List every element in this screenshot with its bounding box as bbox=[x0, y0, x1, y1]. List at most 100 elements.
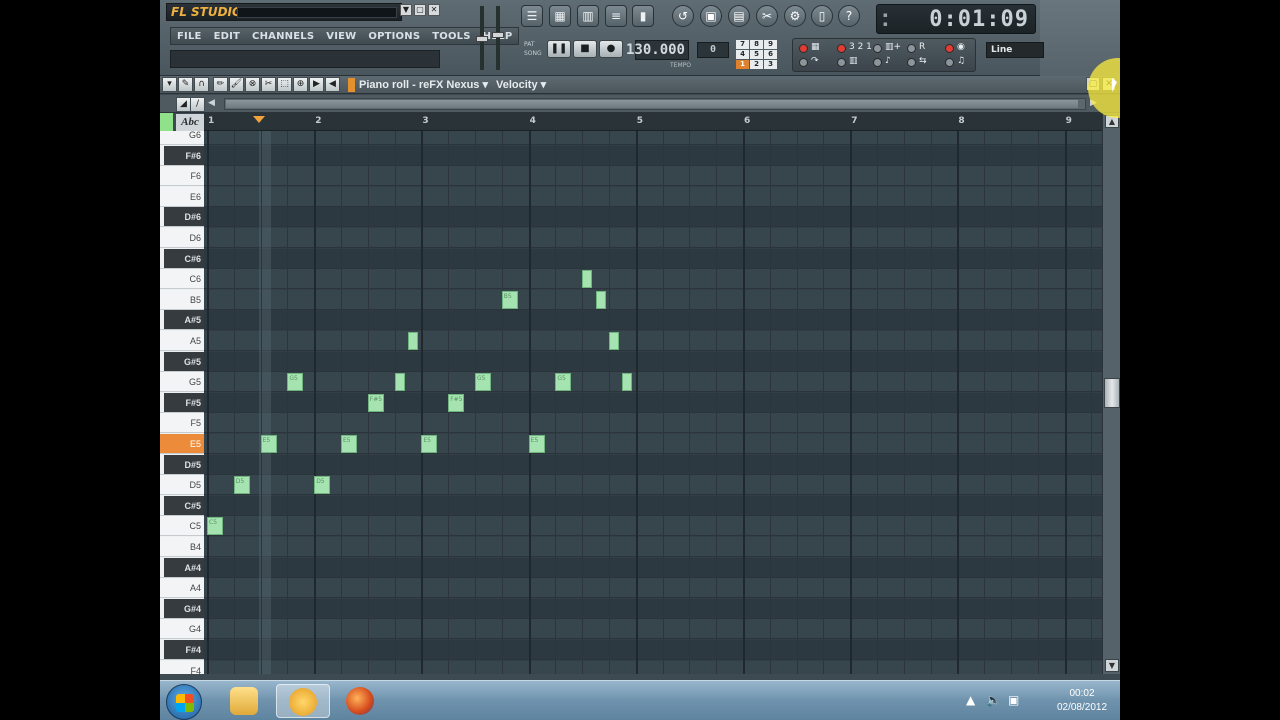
pattern-number[interactable]: 0 bbox=[697, 42, 729, 58]
piano-key[interactable]: A#4 bbox=[160, 557, 204, 578]
record-button[interactable]: ● bbox=[599, 40, 623, 58]
slice-tool-icon[interactable]: ✂ bbox=[261, 77, 276, 92]
help-icon[interactable]: ? bbox=[838, 5, 860, 27]
loop-led[interactable] bbox=[945, 58, 954, 67]
piano-roll-icon[interactable]: ▥ bbox=[577, 5, 599, 27]
wrench-icon[interactable]: ✎ bbox=[178, 77, 193, 92]
piano-key[interactable]: B4 bbox=[160, 537, 204, 557]
ghost-notes-icon[interactable]: ◢ bbox=[176, 97, 191, 112]
numpad-key[interactable]: 5 bbox=[750, 50, 763, 59]
note[interactable] bbox=[609, 332, 619, 350]
taskbar-fl-studio[interactable] bbox=[276, 684, 330, 718]
start-button[interactable] bbox=[166, 684, 202, 720]
piano-key[interactable]: C5 bbox=[160, 516, 204, 537]
note[interactable] bbox=[622, 373, 633, 392]
menu-channels[interactable]: CHANNELS bbox=[246, 28, 320, 44]
taskbar-explorer[interactable] bbox=[218, 684, 272, 718]
note[interactable]: E5 bbox=[341, 435, 358, 453]
pencil-icon[interactable]: / bbox=[190, 97, 205, 112]
piano-keyboard[interactable]: G6 F#6 F6 E6 D#6 D6 C#6 C6 B5 A#5 A5 G#5 G5 F#5 F5 E5 D#… bbox=[160, 131, 204, 674]
wait-led[interactable] bbox=[837, 58, 846, 67]
song-position-display[interactable]: ▪ ▪ 0:01:09 bbox=[876, 4, 1036, 34]
note[interactable] bbox=[408, 332, 418, 350]
numpad-key[interactable]: 6 bbox=[764, 50, 777, 59]
numpad-key[interactable]: 4 bbox=[736, 50, 749, 59]
note[interactable]: C5 bbox=[207, 517, 224, 536]
note[interactable]: D5 bbox=[233, 476, 250, 495]
note[interactable] bbox=[394, 373, 405, 392]
countdown-led[interactable] bbox=[837, 44, 846, 53]
piano-key[interactable]: D#5 bbox=[160, 454, 204, 475]
playlist-icon[interactable]: ☰ bbox=[521, 5, 543, 27]
piano-key[interactable]: D5 bbox=[160, 475, 204, 496]
vertical-scrollbar[interactable]: ▲ ▼ bbox=[1102, 113, 1120, 674]
note[interactable]: F#5 bbox=[367, 393, 384, 412]
draw-tool-icon[interactable]: ✏ bbox=[213, 77, 228, 92]
note[interactable]: D5 bbox=[314, 476, 331, 495]
note[interactable] bbox=[595, 290, 606, 309]
note[interactable]: E5 bbox=[421, 435, 438, 453]
menu-file[interactable]: FILE bbox=[171, 28, 208, 44]
piano-key[interactable]: F6 bbox=[160, 166, 204, 187]
snap-mode-select[interactable]: Line bbox=[986, 42, 1044, 58]
export-icon[interactable]: ▤ bbox=[728, 5, 750, 27]
piano-key[interactable]: C#5 bbox=[160, 495, 204, 516]
piano-key[interactable]: D6 bbox=[160, 228, 204, 248]
menu-tools[interactable]: TOOLS bbox=[426, 28, 476, 44]
playhead-marker[interactable] bbox=[253, 116, 265, 123]
tempo-display[interactable]: 130.000 bbox=[626, 40, 689, 60]
select-tool-icon[interactable]: ⬚ bbox=[277, 77, 292, 92]
note[interactable] bbox=[582, 270, 593, 289]
piano-key[interactable]: A5 bbox=[160, 331, 204, 351]
piano-key[interactable]: G#4 bbox=[160, 598, 204, 619]
playback-tool-icon[interactable]: ▶ bbox=[309, 77, 324, 92]
piano-key[interactable]: F4 bbox=[160, 660, 204, 674]
loop-record-led[interactable] bbox=[945, 44, 954, 53]
numpad-key[interactable]: 9 bbox=[764, 40, 777, 49]
undo-icon[interactable]: ↺ bbox=[672, 5, 694, 27]
zoom-tool-icon[interactable]: ⊕ bbox=[293, 77, 308, 92]
play-pause-button[interactable]: ❚❚ bbox=[547, 40, 571, 58]
network-icon[interactable]: ▣ bbox=[1008, 693, 1019, 707]
note[interactable]: G5 bbox=[475, 373, 492, 392]
cut-icon[interactable]: ✂ bbox=[756, 5, 778, 27]
step-edit-led[interactable] bbox=[873, 44, 882, 53]
note-grid[interactable]: C5 D5 E5 G5 D5 E5 F#5 E5 F#5 G5 B5 E5 G5 bbox=[204, 131, 1102, 674]
vertical-scroll-thumb[interactable] bbox=[1104, 378, 1120, 408]
pat-song-switch[interactable]: PAT SONG bbox=[524, 40, 542, 58]
tray-expand-icon[interactable]: ▲ bbox=[966, 693, 975, 707]
menu-view[interactable]: VIEW bbox=[320, 28, 362, 44]
note[interactable]: E5 bbox=[260, 435, 277, 453]
piano-key[interactable]: B5 bbox=[160, 289, 204, 310]
maximize-button[interactable]: ▢ bbox=[414, 4, 426, 16]
piano-key[interactable]: A#5 bbox=[160, 310, 204, 331]
save-icon[interactable]: ▣ bbox=[700, 5, 722, 27]
magnet-icon[interactable]: ∩ bbox=[194, 77, 209, 92]
piano-key[interactable]: G#5 bbox=[160, 351, 204, 372]
multilink-led[interactable] bbox=[907, 58, 916, 67]
numpad-key-active[interactable]: 1 bbox=[736, 60, 749, 69]
horizontal-scrollbar[interactable] bbox=[224, 98, 1086, 110]
piano-key[interactable]: F5 bbox=[160, 413, 204, 434]
minimize-button[interactable]: ▼ bbox=[400, 4, 412, 16]
menu-arrow-icon[interactable]: ▾ bbox=[162, 77, 177, 92]
numpad-key[interactable]: 2 bbox=[750, 60, 763, 69]
time-mode-icon[interactable]: ▪ ▪ bbox=[883, 11, 893, 29]
browser-icon[interactable]: ≡ bbox=[605, 5, 627, 27]
ruler-abc-toggle[interactable]: Abc bbox=[176, 114, 204, 131]
mixer-icon[interactable]: ▮ bbox=[632, 5, 654, 27]
metronome-led[interactable] bbox=[799, 58, 808, 67]
piano-key[interactable]: F#6 bbox=[160, 145, 204, 166]
delete-tool-icon[interactable]: ⊗ bbox=[245, 77, 260, 92]
menu-options[interactable]: OPTIONS bbox=[362, 28, 426, 44]
piano-key[interactable]: C#6 bbox=[160, 248, 204, 269]
piano-key[interactable]: D#6 bbox=[160, 207, 204, 228]
target-control-select[interactable]: Velocity ▾ bbox=[496, 78, 546, 91]
taskbar-clock[interactable]: 00:02 02/08/2012 bbox=[1050, 687, 1114, 715]
taskbar-firefox[interactable] bbox=[334, 684, 388, 718]
note[interactable]: E5 bbox=[528, 435, 545, 453]
stop-button[interactable]: ■ bbox=[573, 40, 597, 58]
note[interactable]: B5 bbox=[501, 290, 518, 309]
piano-key[interactable]: E5 bbox=[160, 434, 204, 454]
volume-icon[interactable]: 🔈 bbox=[986, 693, 1001, 707]
